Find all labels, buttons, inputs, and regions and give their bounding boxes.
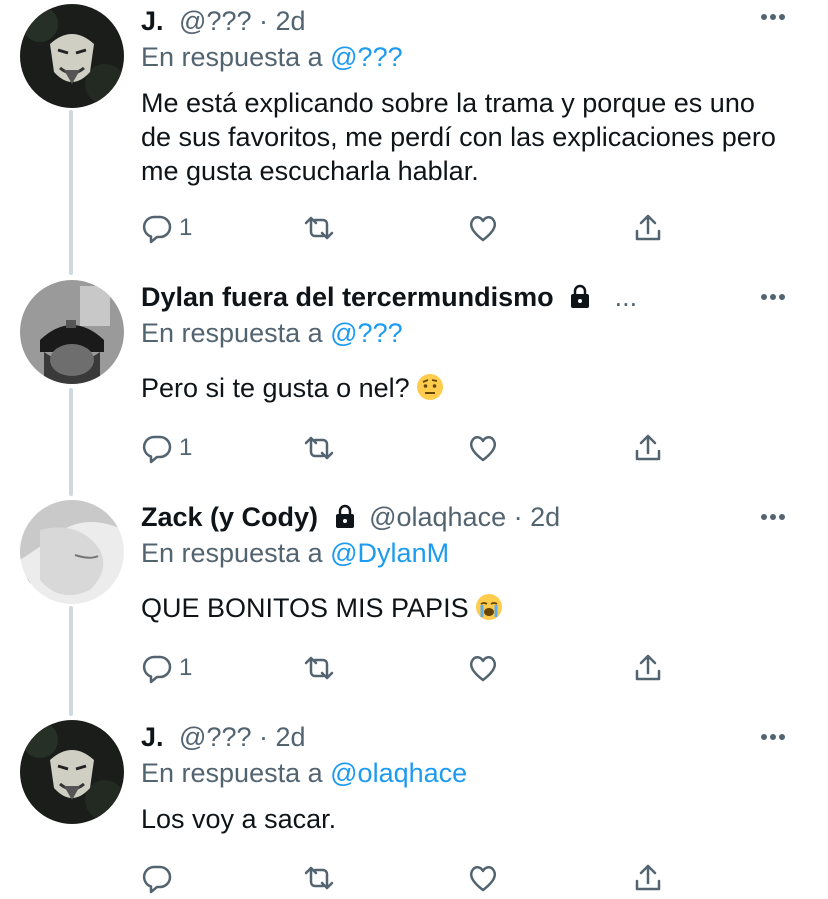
tweet-text: Los voy a sacar. xyxy=(141,804,337,834)
reply-mention-link[interactable]: @??? xyxy=(330,42,402,72)
person-beanie-avatar-image xyxy=(20,280,124,384)
user-handle[interactable]: @??? xyxy=(179,6,251,36)
share-icon xyxy=(635,214,661,241)
reply-button[interactable]: 1 xyxy=(141,210,192,246)
timestamp[interactable]: 2d xyxy=(276,722,306,752)
retweet-button[interactable] xyxy=(303,210,335,246)
like-button[interactable] xyxy=(467,430,499,466)
reply-count: 1 xyxy=(179,214,193,241)
tweet[interactable]: J. @??? · 2d En respuesta a @olaqhace Lo… xyxy=(0,720,828,899)
user-handle[interactable]: @??? xyxy=(179,722,251,752)
share-icon xyxy=(635,434,661,461)
reply-count: 1 xyxy=(179,434,193,461)
avatar[interactable] xyxy=(20,500,124,604)
heart-icon xyxy=(469,436,497,462)
tweet-actions xyxy=(141,860,681,896)
avatar[interactable] xyxy=(20,280,124,384)
reply-button[interactable] xyxy=(141,860,179,896)
reply-context: En respuesta a @olaqhace xyxy=(141,756,467,790)
reply-mention-link[interactable]: @DylanM xyxy=(330,538,449,568)
display-name[interactable]: J. xyxy=(141,722,164,752)
share-button[interactable] xyxy=(632,860,664,896)
retweet-button[interactable] xyxy=(303,650,335,686)
tweet-text-content: QUE BONITOS MIS PAPIS xyxy=(141,593,469,623)
timestamp[interactable]: 2d xyxy=(530,502,560,532)
tweet-actions: 1 xyxy=(141,650,681,686)
avatar[interactable] xyxy=(20,4,124,108)
reply-context: En respuesta a @??? xyxy=(141,316,403,350)
display-name[interactable]: J. xyxy=(141,6,164,36)
anonymous-mask-avatar-image xyxy=(20,720,124,824)
share-button[interactable] xyxy=(632,430,664,466)
reply-button[interactable]: 1 xyxy=(141,430,192,466)
retweet-icon xyxy=(304,436,334,460)
loudly-crying-face-emoji xyxy=(475,593,503,629)
share-button[interactable] xyxy=(632,650,664,686)
reply-icon xyxy=(142,215,172,244)
reply-context: En respuesta a @??? xyxy=(141,40,403,74)
reply-label: En respuesta a xyxy=(141,42,323,72)
timestamp[interactable]: 2d xyxy=(276,6,306,36)
share-icon xyxy=(635,654,661,681)
reply-icon xyxy=(142,435,172,464)
reply-count: 1 xyxy=(179,654,193,681)
like-button[interactable] xyxy=(467,860,499,896)
tweet-actions: 1 xyxy=(141,210,681,246)
tweet-header: J. @??? · 2d xyxy=(141,4,768,38)
anonymous-mask-avatar-image xyxy=(20,4,124,108)
display-name[interactable]: Zack (y Cody) xyxy=(141,502,318,532)
tweet-text: Pero si te gusta o nel? xyxy=(141,371,781,409)
tweet[interactable]: Dylan fuera del tercermundismo ... En re… xyxy=(0,280,828,480)
heart-icon xyxy=(469,656,497,682)
separator-dot: · xyxy=(259,6,276,36)
retweet-icon xyxy=(304,656,334,680)
reply-label: En respuesta a xyxy=(141,758,323,788)
tweet[interactable]: Zack (y Cody) @olaqhace · 2d En respuest… xyxy=(0,500,828,700)
reply-label: En respuesta a xyxy=(141,538,323,568)
reply-button[interactable]: 1 xyxy=(141,650,192,686)
retweet-icon xyxy=(304,216,334,240)
retweet-button[interactable] xyxy=(303,430,335,466)
heart-icon xyxy=(469,866,497,892)
tweet-text: Me está explicando sobre la trama y porq… xyxy=(141,88,776,186)
more-icon[interactable] xyxy=(758,282,788,312)
raised-eyebrow-face-emoji xyxy=(416,373,444,409)
reply-mention-link[interactable]: @??? xyxy=(330,318,402,348)
more-icon[interactable] xyxy=(758,502,788,532)
share-icon xyxy=(635,864,661,891)
like-button[interactable] xyxy=(467,210,499,246)
reply-icon xyxy=(142,865,172,894)
user-handle[interactable]: @olaqhace xyxy=(369,502,506,532)
retweet-button[interactable] xyxy=(303,860,335,896)
reply-context: En respuesta a @DylanM xyxy=(141,536,449,570)
tweet-actions: 1 xyxy=(141,430,681,466)
reply-label: En respuesta a xyxy=(141,318,323,348)
tweet-text: QUE BONITOS MIS PAPIS xyxy=(141,591,781,629)
tweet-text-content: Pero si te gusta o nel? xyxy=(141,373,410,403)
avatar[interactable] xyxy=(20,720,124,824)
lock-icon xyxy=(567,283,593,314)
tweet-header: J. @??? · 2d xyxy=(141,720,768,754)
share-button[interactable] xyxy=(632,210,664,246)
lock-icon xyxy=(332,503,358,534)
display-name[interactable]: Dylan fuera del tercermundismo xyxy=(141,282,554,312)
tweet[interactable]: J. @??? · 2d En respuesta a @??? Me está… xyxy=(0,4,828,264)
reply-icon xyxy=(142,655,172,684)
more-icon[interactable] xyxy=(758,722,788,752)
heart-icon xyxy=(469,216,497,242)
reply-mention-link[interactable]: @olaqhace xyxy=(330,758,467,788)
like-button[interactable] xyxy=(467,650,499,686)
retweet-icon xyxy=(304,866,334,890)
tweet-header: Dylan fuera del tercermundismo ... xyxy=(141,280,768,314)
separator-dot: · xyxy=(513,502,531,532)
more-icon[interactable] xyxy=(758,2,788,32)
separator-dot: · xyxy=(259,722,276,752)
face-profile-bw-avatar-image xyxy=(20,500,124,604)
truncation-ellipsis: ... xyxy=(614,282,638,312)
tweet-header: Zack (y Cody) @olaqhace · 2d xyxy=(141,500,768,534)
